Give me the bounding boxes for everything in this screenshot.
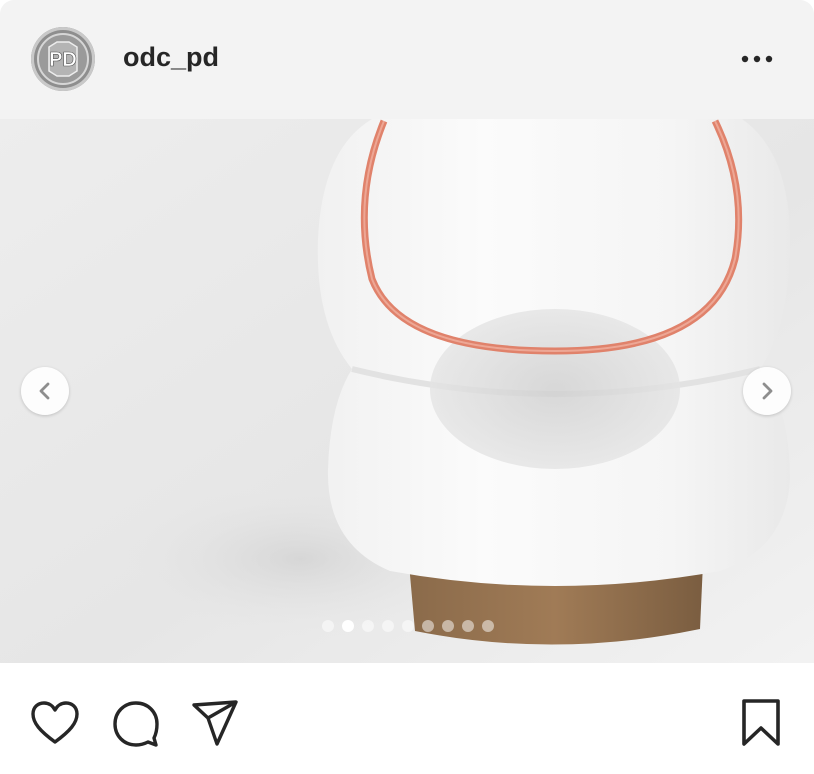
previous-slide-button[interactable] [21, 367, 69, 415]
svg-text:PD: PD [49, 49, 77, 71]
heart-icon [31, 701, 79, 744]
carousel-dot [362, 620, 374, 632]
carousel-dot [422, 620, 434, 632]
post-card: PD odc_pd [0, 0, 814, 774]
carousel-dot [322, 620, 334, 632]
username[interactable]: odc_pd [123, 42, 219, 73]
post-header: PD odc_pd [0, 0, 814, 119]
carousel-indicator [0, 620, 814, 634]
share-icon [192, 700, 238, 746]
chevron-right-icon [762, 382, 773, 400]
comment-icon [113, 701, 159, 747]
comment-button[interactable] [110, 697, 162, 749]
next-slide-button[interactable] [743, 367, 791, 415]
bookmark-icon [742, 699, 780, 746]
post-photo [0, 119, 814, 663]
chevron-left-icon [39, 382, 50, 400]
carousel-dot [402, 620, 414, 632]
avatar-logo-icon: PD [37, 33, 89, 85]
carousel-dot [382, 620, 394, 632]
action-bar [0, 663, 814, 774]
carousel-dot-active [342, 620, 354, 632]
avatar[interactable]: PD [31, 27, 95, 91]
share-button[interactable] [189, 697, 241, 749]
like-button[interactable] [29, 697, 81, 749]
save-button[interactable] [735, 697, 787, 749]
more-options-button[interactable] [734, 44, 780, 74]
post-media[interactable] [0, 119, 814, 663]
carousel-dot [442, 620, 454, 632]
carousel-dot [462, 620, 474, 632]
carousel-dot [482, 620, 494, 632]
more-horizontal-icon [741, 55, 773, 63]
